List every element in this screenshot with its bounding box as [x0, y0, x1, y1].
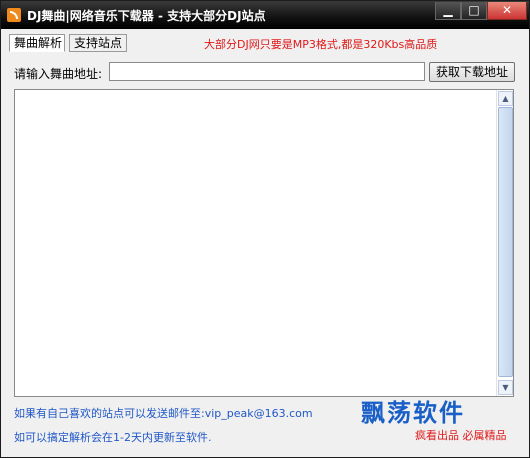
- tab-supported-sites[interactable]: 支持站点: [69, 34, 127, 52]
- slogan: 疯看出品 必属精品: [415, 429, 507, 442]
- rss-icon: [7, 8, 21, 22]
- tab-dance-parse[interactable]: 舞曲解析: [9, 34, 65, 52]
- url-label: 请输入舞曲地址:: [14, 67, 103, 81]
- update-info: 如可以搞定解析会在1-2天内更新至软件.: [14, 431, 212, 444]
- main-window: DJ舞曲|网络音乐下载器 - 支持大部分DJ站点 ▁ □ ✕ 舞曲解析 支持站点…: [0, 0, 530, 458]
- result-textarea[interactable]: ▲ ▼: [14, 89, 514, 397]
- maximize-button[interactable]: □: [461, 2, 487, 20]
- contact-info: 如果有自己喜欢的站点可以发送邮件至:vip_peak@163.com: [14, 407, 313, 420]
- window-title: DJ舞曲|网络音乐下载器 - 支持大部分DJ站点: [27, 9, 266, 23]
- scroll-thumb[interactable]: [498, 107, 513, 377]
- quality-notice: 大部分DJ网只要是MP3格式,都是320Kbs高品质: [204, 38, 438, 51]
- scroll-up-icon[interactable]: ▲: [498, 91, 513, 106]
- vertical-scrollbar[interactable]: ▲ ▼: [496, 90, 513, 396]
- url-input[interactable]: [109, 62, 425, 81]
- minimize-button[interactable]: ▁: [435, 2, 461, 20]
- scroll-down-icon[interactable]: ▼: [498, 380, 513, 395]
- brand-logo: 飘荡软件: [361, 398, 465, 427]
- fetch-download-url-button[interactable]: 获取下载地址: [429, 62, 515, 82]
- close-button[interactable]: ✕: [487, 2, 527, 20]
- title-bar[interactable]: DJ舞曲|网络音乐下载器 - 支持大部分DJ站点 ▁ □ ✕: [1, 1, 529, 29]
